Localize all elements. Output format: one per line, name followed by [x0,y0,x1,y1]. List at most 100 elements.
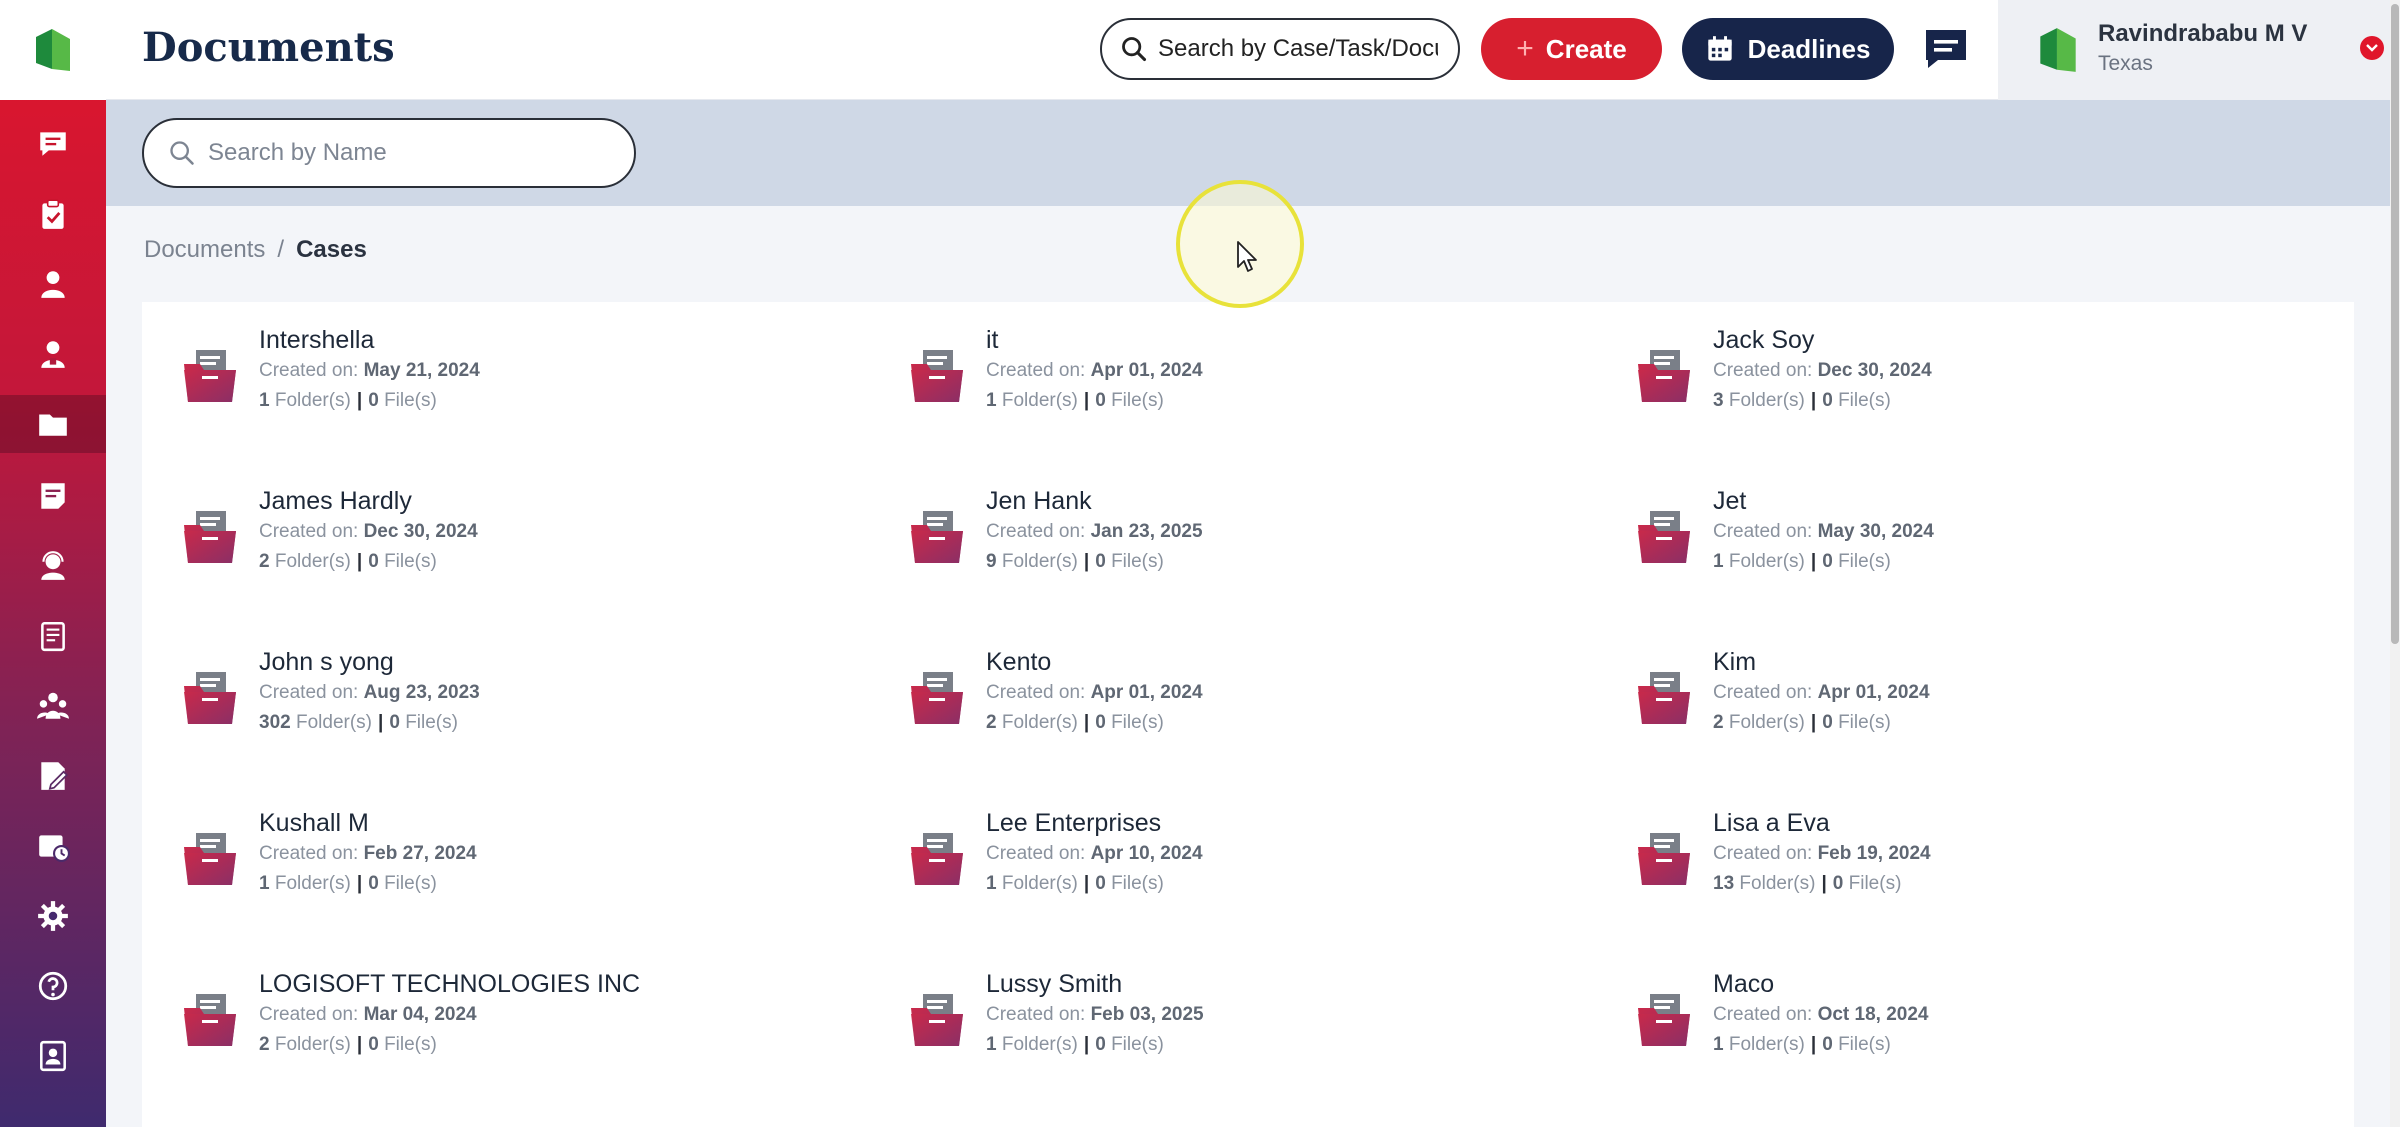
created-label: Created on: [1713,521,1813,542]
page-scrollbar[interactable] [2390,0,2400,1127]
create-button[interactable]: + Create [1481,18,1662,80]
file-count-label: File(s) [1111,551,1164,572]
chevron-down-icon[interactable] [2360,36,2384,60]
created-value: Dec 30, 2024 [1817,360,1932,381]
created-date: Created on: Dec 30, 2024 [259,521,478,543]
created-value: Feb 27, 2024 [363,843,477,864]
created-value: May 21, 2024 [363,360,480,381]
case-folder-item[interactable]: LOGISOFT TECHNOLOGIES INC Created on: Mar… [142,946,842,1086]
case-folder-icon [911,994,963,1046]
case-name: Lee Enterprises [986,809,1162,837]
sidebar-item-help[interactable] [0,957,106,1015]
calendar-check-icon [40,73,66,97]
created-date: Created on: Apr 01, 2024 [986,360,1203,382]
folder-count-label: Folder(s) [1001,712,1078,733]
file-count: 0 [1822,390,1833,411]
name-search-input[interactable] [208,139,628,167]
folder-count-label: Folder(s) [1728,712,1805,733]
deadlines-button[interactable]: Deadlines [1682,18,1894,80]
messages-button[interactable] [1922,26,1970,72]
mouse-cursor-icon [1237,241,1257,272]
sidebar-item-contact[interactable] [0,325,106,383]
folder-count: 2 [1713,712,1724,733]
file-count-label: File(s) [384,1034,437,1055]
folder-count: 1 [259,873,270,894]
file-count: 0 [368,551,379,572]
breadcrumb: Documents / Cases [144,236,367,264]
sidebar-item-team[interactable] [0,677,106,735]
folder-count-label: Folder(s) [1728,551,1805,572]
count-divider: | [1810,1034,1817,1055]
case-folder-icon [1638,833,1690,885]
breadcrumb-separator: / [277,236,285,263]
folder-count-label: Folder(s) [295,712,372,733]
breadcrumb-documents[interactable]: Documents [144,236,265,263]
search-icon [1122,37,1147,62]
sidebar-item-notes[interactable] [0,467,106,525]
folder-count: 3 [1713,390,1724,411]
created-label: Created on: [259,1004,359,1025]
sidebar-item-clipboard-check[interactable] [0,185,106,243]
sidebar-item-contacts-book[interactable] [0,1027,106,1085]
user-name: Ravindrababu M V [2098,20,2308,47]
file-count: 0 [1095,873,1106,894]
item-counts: 302 Folder(s) | 0 File(s) [259,712,458,734]
case-folder-item[interactable]: Kushall M Created on: Feb 27, 2024 1 Folde… [142,785,842,925]
global-search[interactable] [1100,18,1460,80]
file-count: 0 [368,390,379,411]
folder-count-label: Folder(s) [1728,1034,1805,1055]
deadlines-button-label: Deadlines [1747,33,1871,64]
case-folder-item[interactable]: Kim Created on: Apr 01, 2024 2 Folder(s) | 0… [1596,624,2296,764]
case-folder-item[interactable]: Lee Enterprises Created on: Apr 10, 2024 1… [869,785,1569,925]
created-label: Created on: [986,1004,1086,1025]
file-count: 0 [1822,551,1833,572]
sidebar-item-user[interactable] [0,255,106,313]
created-value: Dec 30, 2024 [363,521,478,542]
team-icon [37,692,69,719]
file-count-label: File(s) [384,390,437,411]
file-count: 0 [1822,1034,1833,1055]
case-folder-icon [184,511,236,563]
sidebar-item-calendar-check[interactable] [0,55,106,113]
help-icon [38,971,68,1001]
item-counts: 2 Folder(s) | 0 File(s) [1713,712,1891,734]
global-search-input[interactable] [1158,35,1438,63]
sidebar-item-chat[interactable] [0,115,106,173]
folder-count: 2 [259,1034,270,1055]
folder-count-label: Folder(s) [1001,873,1078,894]
sidebar-item-calendar-clock[interactable] [0,817,106,875]
item-counts: 1 Folder(s) | 0 File(s) [259,873,437,895]
folder-count: 1 [986,390,997,411]
case-folder-item[interactable]: Kento Created on: Apr 01, 2024 2 Folder(s)… [869,624,1569,764]
contact-icon [41,341,65,368]
name-search[interactable] [142,118,636,188]
file-count: 0 [389,712,400,733]
case-folder-icon [911,350,963,402]
sidebar-item-book[interactable] [0,607,106,665]
case-folder-item[interactable]: Maco Created on: Oct 18, 2024 1 Folder(s) |… [1596,946,2296,1086]
case-folder-item[interactable]: Jen Hank Created on: Jan 23, 2025 9 Folder… [869,463,1569,603]
file-count-label: File(s) [1111,712,1164,733]
scrollbar-thumb[interactable] [2391,4,2399,644]
top-bar: Documents + Create Deadlines [106,0,2400,100]
file-count: 0 [1822,712,1833,733]
folder-count: 2 [986,712,997,733]
sidebar-item-folder[interactable] [0,395,106,453]
case-folder-item[interactable]: Lisa a Eva Created on: Feb 19, 2024 13 Fol… [1596,785,2296,925]
case-folder-item[interactable]: it Created on: Apr 01, 2024 1 Folder(s) | 0 … [869,302,1569,442]
file-count: 0 [1832,873,1844,894]
create-button-label: Create [1545,33,1627,64]
file-count: 0 [1095,712,1106,733]
sidebar-item-edit-document[interactable] [0,747,106,805]
folder-count: 1 [1713,1034,1724,1055]
sidebar-item-support-agent[interactable] [0,537,106,595]
case-folder-item[interactable]: Jack Soy Created on: Dec 30, 2024 3 Folder… [1596,302,2296,442]
case-folder-item[interactable]: Jet Created on: May 30, 2024 1 Folder(s) | 0… [1596,463,2296,603]
case-folder-item[interactable]: James Hardly Created on: Dec 30, 2024 2 Fo… [142,463,842,603]
item-counts: 1 Folder(s) | 0 File(s) [986,873,1164,895]
case-folder-item[interactable]: Lussy Smith Created on: Feb 03, 2025 1 Fol… [869,946,1569,1086]
user-menu[interactable]: Ravindrababu M V Texas [1998,0,2400,100]
case-folder-item[interactable]: John s yong Created on: Aug 23, 2023 302 F… [142,624,842,764]
case-folder-item[interactable]: Intershella Created on: May 21, 2024 1 Fol… [142,302,842,442]
sidebar-item-gear[interactable] [0,887,106,945]
